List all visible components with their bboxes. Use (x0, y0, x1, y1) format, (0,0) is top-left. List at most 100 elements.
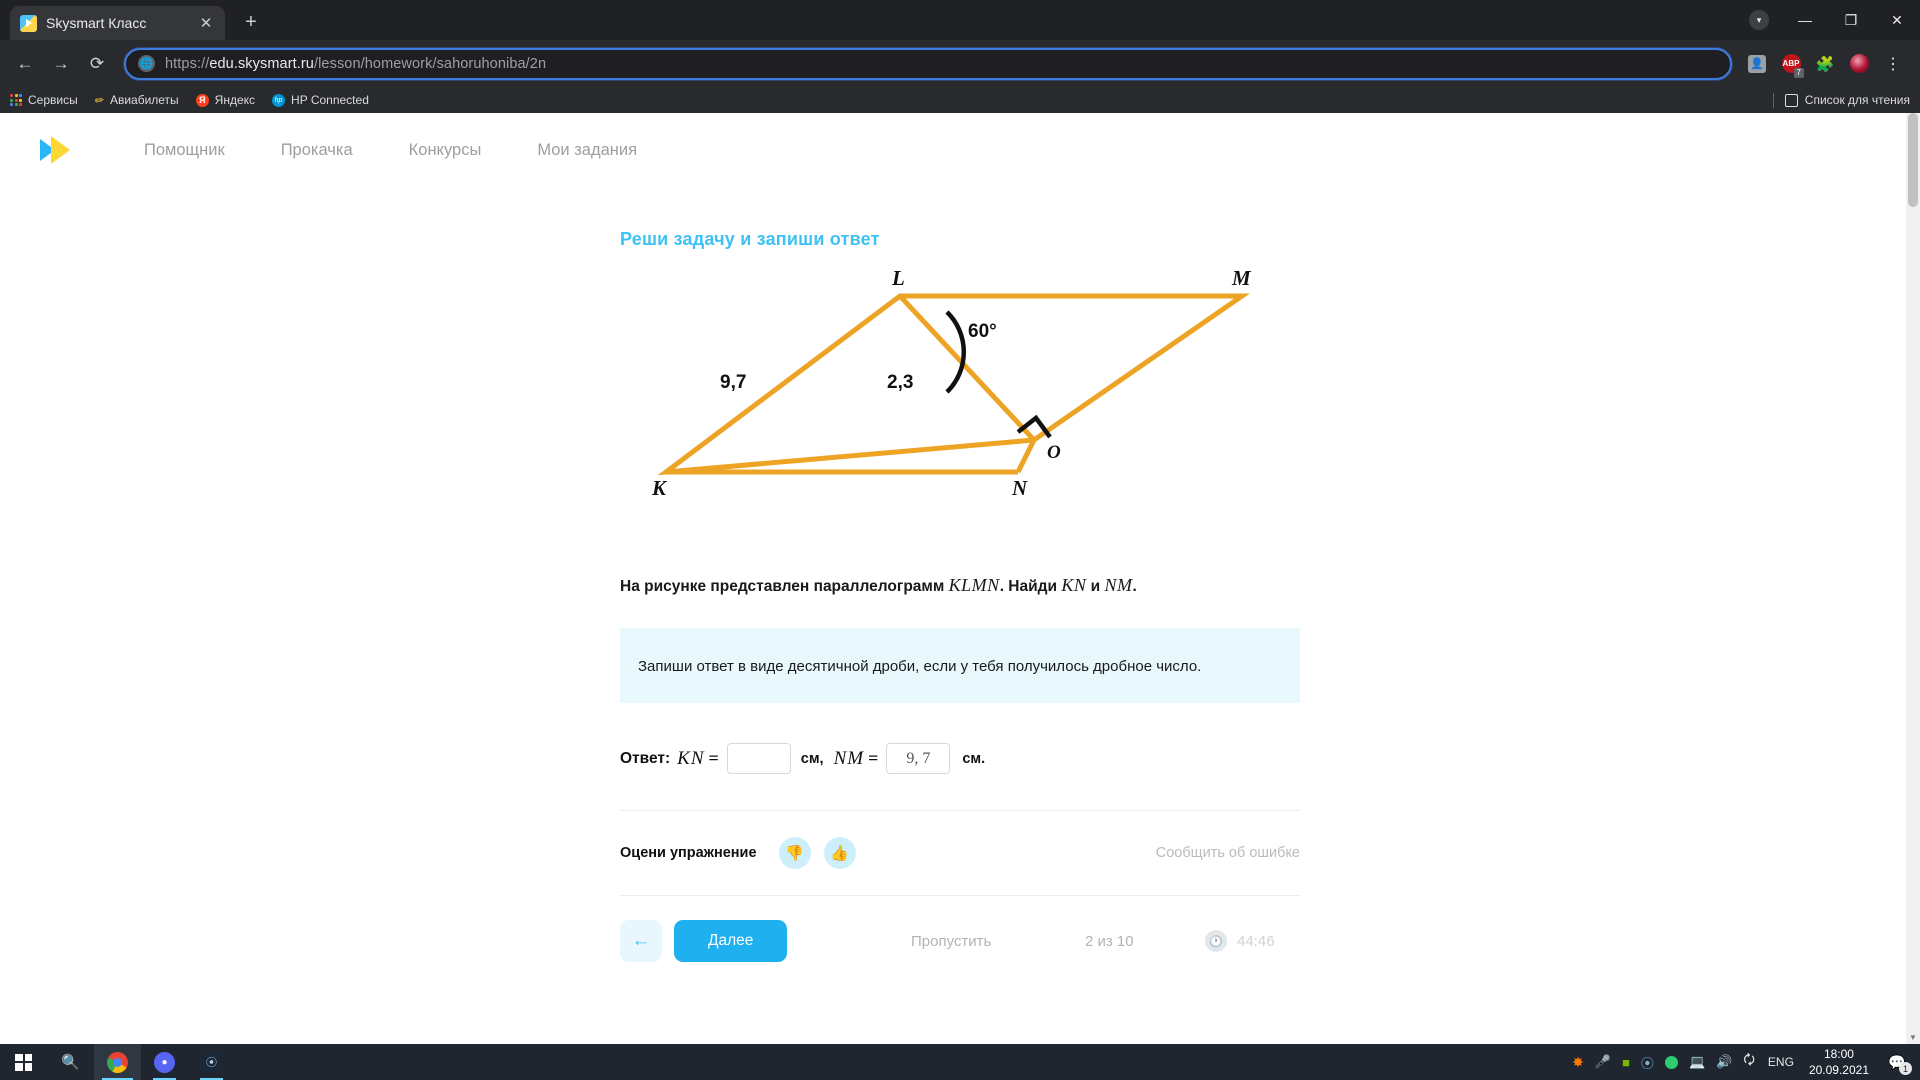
back-button[interactable]: ← (8, 47, 42, 81)
rate-label: Оцени упражнение (620, 845, 757, 862)
maximize-button[interactable]: ❐ (1828, 0, 1874, 40)
network-icon[interactable]: 💻 (1689, 1054, 1705, 1070)
browser-tab[interactable]: Skysmart Класс ✕ (10, 6, 225, 40)
prompt-math-klmn: KLMN (948, 575, 1000, 595)
feedback-row: Оцени упражнение 👎 👍 Сообщить об ошибке (620, 833, 1300, 873)
bookmark-yandex[interactable]: Я Яндекс (195, 93, 256, 107)
hint-box: Запиши ответ в виде десятичной дроби, ес… (620, 628, 1300, 704)
previous-task-button[interactable]: ← (620, 920, 662, 963)
tab-strip: Skysmart Класс ✕ + ▾ — ❐ ✕ (0, 0, 1920, 40)
segment-LO (898, 294, 1036, 442)
taskbar-clock[interactable]: 18:00 20.09.2021 (1809, 1046, 1869, 1078)
answer-input-kn[interactable] (726, 743, 791, 775)
window-controls: ▾ — ❐ ✕ (1736, 0, 1920, 40)
nav-link-pomoshnik[interactable]: Помощник (144, 141, 225, 160)
taskbar-steam[interactable]: ⦿ (188, 1044, 235, 1080)
language-indicator[interactable]: ENG (1768, 1055, 1794, 1069)
thumb-down-icon[interactable]: 👎 (778, 837, 811, 870)
reading-list-label: Список для чтения (1804, 93, 1910, 107)
bookmark-label: Яндекс (214, 93, 256, 107)
prompt-text-2: . Найди (999, 578, 1062, 595)
start-button[interactable] (0, 1044, 47, 1080)
taskbar-search-button[interactable]: 🔍 (47, 1044, 94, 1080)
reading-list-icon (1784, 93, 1798, 107)
nav-link-moi-zadaniya[interactable]: Мои задания (537, 141, 637, 160)
search-icon: 🔍 (61, 1054, 80, 1071)
globe-icon: 🌐 (138, 55, 155, 72)
address-bar[interactable]: 🌐 https://edu.skysmart.ru/lesson/homewor… (124, 47, 1732, 80)
close-tab-icon[interactable]: ✕ (197, 16, 215, 31)
answer-math-nm: NM (833, 747, 865, 769)
skysmart-logo[interactable] (40, 133, 82, 167)
minimize-button[interactable]: — (1782, 0, 1828, 40)
prompt-text-3: и (1086, 578, 1105, 595)
extensions-icon[interactable]: 🧩 (1810, 49, 1840, 79)
bookmark-services[interactable]: Сервисы (10, 93, 78, 107)
adblock-icon[interactable]: ABP 7 (1776, 49, 1806, 79)
scrollbar-thumb[interactable] (1908, 113, 1918, 207)
answer-math-kn: KN (677, 747, 705, 769)
vertex-label-L: L (892, 266, 905, 290)
navigation-bar: ← → ⟳ 🌐 https://edu.skysmart.ru/lesson/h… (0, 40, 1920, 87)
tab-search-dropdown-button[interactable]: ▾ (1736, 0, 1782, 40)
thumb-up-icon[interactable]: 👍 (823, 837, 856, 870)
bookmark-aviabilety[interactable]: ✏ Авиабилеты (93, 93, 179, 108)
report-error-link[interactable]: Сообщить об ошибке (1156, 845, 1300, 861)
forward-button[interactable]: → (44, 47, 78, 81)
task-counter: 2 из 10 (1085, 932, 1134, 950)
footer-navigation: ← Далее Пропустить 2 из 10 🕐 44:46 (620, 920, 1300, 963)
profile-icon[interactable]: 👤 (1742, 49, 1772, 79)
taskbar-discord[interactable]: ● (141, 1044, 188, 1080)
apps-grid-icon (10, 94, 22, 106)
reload-button[interactable]: ⟳ (80, 47, 114, 81)
browser-window: Skysmart Класс ✕ + ▾ — ❐ ✕ ← → ⟳ 🌐 https… (0, 0, 1920, 1044)
menu-icon[interactable]: ⋮ (1878, 49, 1908, 79)
task-title: Реши задачу и запиши ответ (620, 229, 880, 249)
taskbar-apps: 🔍 ● ⦿ (0, 1044, 235, 1080)
hint-text: Запиши ответ в виде десятичной дроби, ес… (638, 658, 1202, 675)
avatar-icon[interactable] (1844, 49, 1874, 79)
bookmark-hp-connected[interactable]: hp HP Connected (272, 93, 369, 107)
notifications-icon[interactable]: 💬 1 (1886, 1051, 1912, 1075)
next-task-button[interactable]: Далее (674, 920, 788, 963)
prompt-text-4: . (1132, 578, 1137, 595)
pencil-icon: ✏ (93, 93, 105, 108)
avast-icon[interactable]: ✸ (1572, 1054, 1584, 1071)
clock-icon: 🕐 (1205, 930, 1227, 953)
prompt-text-1: На рисунке представлен параллелограмм (620, 578, 949, 595)
microphone-icon[interactable]: 🎤 (1595, 1054, 1611, 1070)
timer-value: 44:46 (1237, 932, 1275, 950)
side-length-KL: 9,7 (720, 372, 747, 393)
volume-icon[interactable]: 🔊 (1716, 1054, 1732, 1070)
tab-title: Skysmart Класс (46, 15, 147, 31)
angle-label-60: 60° (968, 321, 997, 342)
nav-link-prokachka[interactable]: Прокачка (281, 141, 353, 160)
clock-time: 18:00 (1823, 1046, 1854, 1061)
green-status-icon[interactable] (1664, 1055, 1678, 1069)
skip-link[interactable]: Пропустить (911, 933, 991, 950)
diagonal-length-LO: 2,3 (887, 372, 914, 393)
vertex-label-M: M (1232, 266, 1251, 290)
url-host: edu.skysmart.ru (209, 55, 314, 72)
reading-list-button[interactable]: Список для чтения (1772, 92, 1910, 108)
unit-label-1: см, (800, 750, 824, 767)
new-tab-button[interactable]: + (237, 11, 265, 34)
url-scheme: https:// (165, 55, 210, 72)
scroll-down-icon[interactable]: ▼ (1906, 1030, 1920, 1044)
page-content: Помощник Прокачка Конкурсы Мои задания Р… (0, 113, 1920, 1044)
steam-tray-icon[interactable]: ⦿ (1641, 1053, 1654, 1072)
yandex-icon: Я (195, 93, 209, 107)
nav-link-konkursy[interactable]: Конкурсы (409, 141, 482, 160)
adblock-badge: 7 (1793, 67, 1804, 78)
clock-date: 20.09.2021 (1808, 1063, 1869, 1077)
taskbar-chrome[interactable] (94, 1044, 141, 1080)
close-window-button[interactable]: ✕ (1874, 0, 1920, 40)
page-scrollbar[interactable]: ▲ ▼ (1906, 113, 1920, 1044)
windows-start-icon (15, 1053, 32, 1071)
answer-input-nm[interactable] (886, 743, 951, 775)
vertex-label-K: K (652, 476, 667, 500)
nvidia-icon[interactable]: ■ (1622, 1055, 1630, 1070)
unit-label-2: см. (962, 750, 986, 767)
equals-sign-2: = (868, 748, 879, 769)
sync-icon[interactable]: 🗘 (1743, 1051, 1755, 1073)
